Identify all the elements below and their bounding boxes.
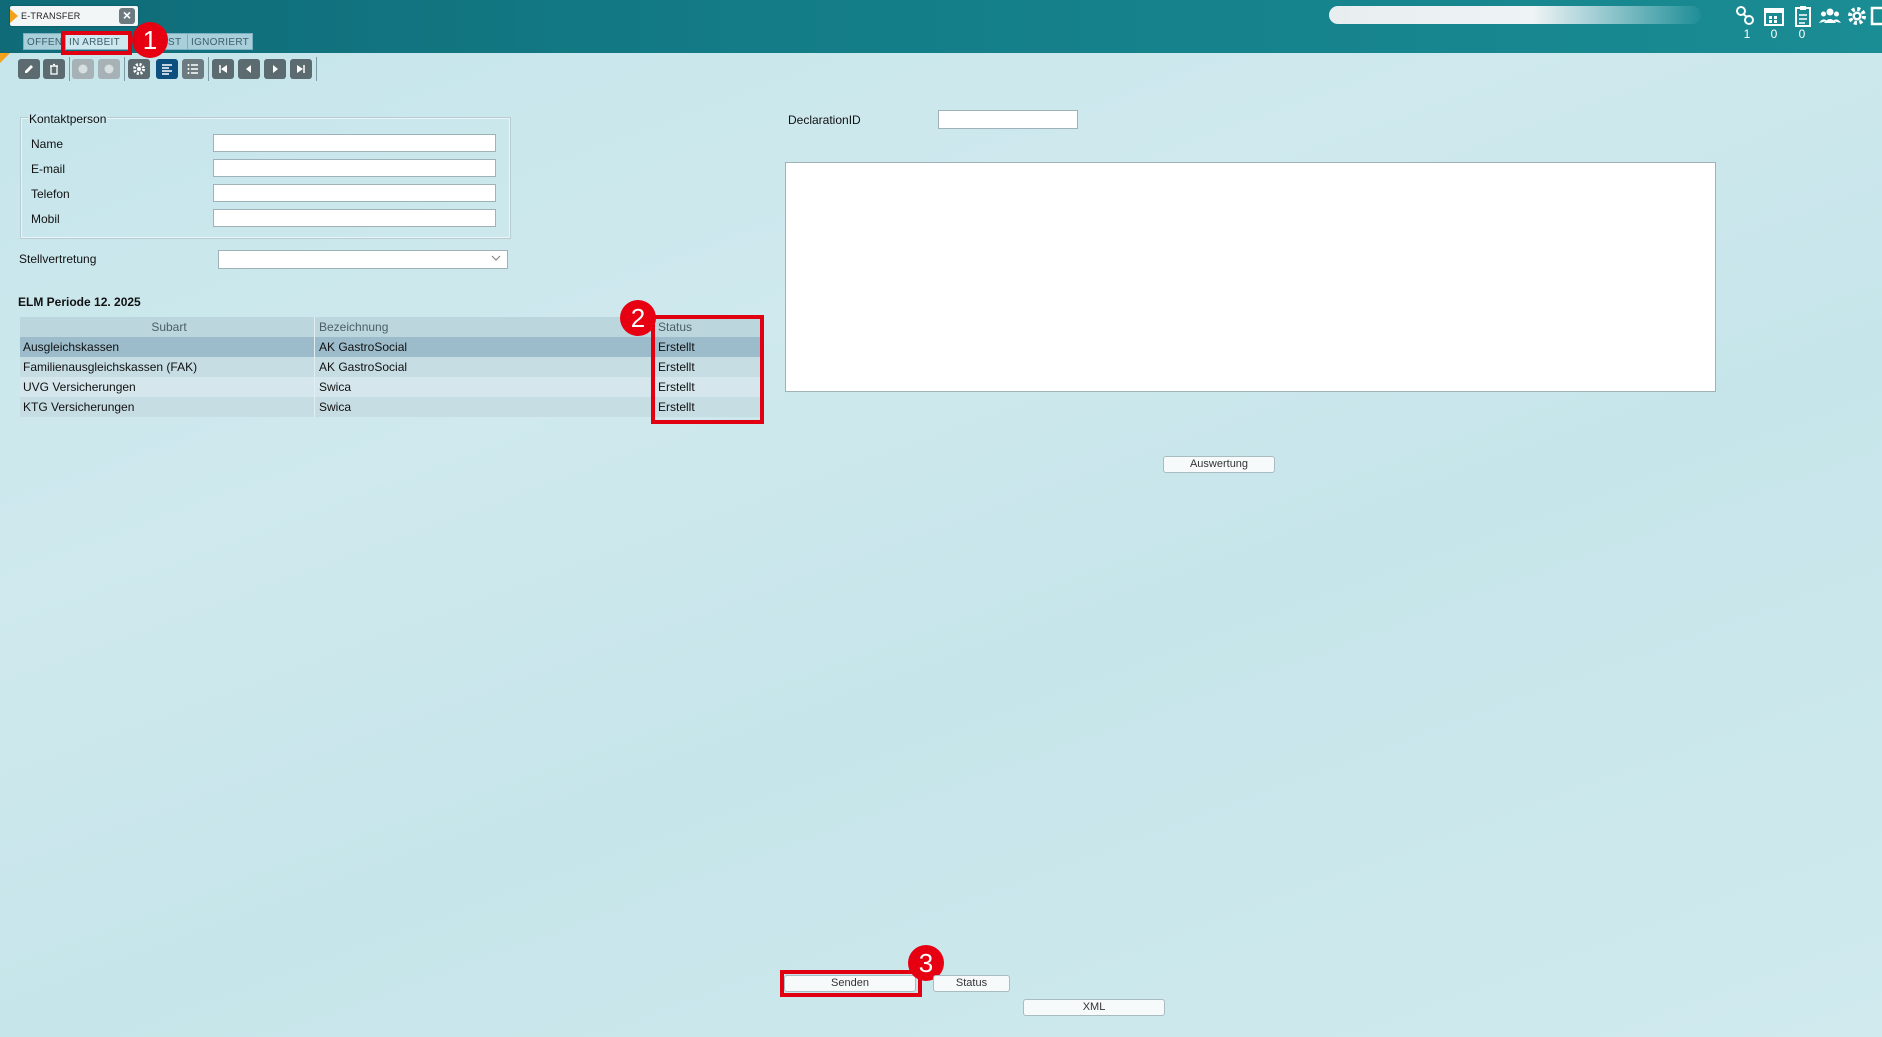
name-input[interactable] bbox=[213, 134, 496, 152]
telefon-input[interactable] bbox=[213, 184, 496, 202]
xml-button[interactable]: XML bbox=[1023, 999, 1165, 1016]
cell-subart: Ausgleichskassen bbox=[23, 340, 120, 354]
table-row[interactable]: UVG Versicherungen Swica Erstellt bbox=[20, 377, 761, 397]
cell-bezeichnung: AK GastroSocial bbox=[314, 337, 654, 357]
annotation-badge-2: 2 bbox=[620, 300, 656, 336]
toolbar-separator bbox=[208, 57, 209, 81]
counter-1: 1 bbox=[1743, 27, 1751, 41]
counter-3: 0 bbox=[1798, 27, 1806, 41]
annotation-box-3 bbox=[780, 970, 922, 997]
search-bar[interactable] bbox=[1329, 6, 1701, 24]
stellvertretung-label: Stellvertretung bbox=[19, 252, 97, 266]
prev-record-icon[interactable] bbox=[238, 59, 260, 79]
toolbar-separator bbox=[316, 57, 317, 81]
cell-subart: KTG Versicherungen bbox=[23, 400, 135, 414]
first-record-icon[interactable] bbox=[212, 59, 234, 79]
app-tab[interactable]: E-TRANSFER × bbox=[10, 6, 138, 26]
header-subart[interactable]: Subart bbox=[20, 317, 314, 337]
network-icon[interactable] bbox=[1733, 5, 1757, 29]
email-label: E-mail bbox=[31, 162, 66, 176]
corner-marker bbox=[0, 53, 10, 63]
auswertung-button[interactable]: Auswertung bbox=[1163, 456, 1275, 473]
cell-bezeichnung: Swica bbox=[314, 377, 654, 397]
gear-icon[interactable] bbox=[1845, 5, 1869, 29]
toolbar-separator bbox=[69, 57, 70, 81]
table-row[interactable]: KTG Versicherungen Swica Erstellt bbox=[20, 397, 761, 417]
cell-subart: UVG Versicherungen bbox=[23, 380, 136, 394]
exit-icon[interactable] bbox=[1870, 5, 1882, 29]
tab-offen[interactable]: OFFEN bbox=[23, 33, 65, 50]
mobil-input[interactable] bbox=[213, 209, 496, 227]
mobil-label: Mobil bbox=[31, 212, 60, 226]
counter-2: 0 bbox=[1770, 27, 1778, 41]
declaration-id-label: DeclarationID bbox=[788, 113, 861, 127]
edit-icon[interactable] bbox=[18, 59, 40, 79]
cell-bezeichnung: AK GastroSocial bbox=[314, 357, 654, 377]
annotation-box-1 bbox=[61, 31, 132, 55]
toolbar-separator bbox=[124, 57, 125, 81]
cell-bezeichnung: Swica bbox=[314, 397, 654, 417]
response-textarea[interactable] bbox=[785, 162, 1716, 392]
disabled-action-icon bbox=[72, 59, 94, 79]
annotation-badge-1: 1 bbox=[132, 22, 168, 58]
settings-icon[interactable] bbox=[128, 59, 150, 79]
declaration-id-input[interactable] bbox=[938, 110, 1078, 129]
clipboard-icon[interactable] bbox=[1791, 5, 1815, 29]
tab-flag-icon bbox=[10, 9, 18, 23]
next-record-icon[interactable] bbox=[264, 59, 286, 79]
name-label: Name bbox=[31, 137, 64, 151]
last-record-icon[interactable] bbox=[290, 59, 312, 79]
email-input[interactable] bbox=[213, 159, 496, 177]
cell-subart: Familienausgleichskassen (FAK) bbox=[23, 360, 198, 374]
close-icon[interactable]: × bbox=[119, 8, 135, 24]
telefon-label: Telefon bbox=[31, 187, 70, 201]
detail-view-icon[interactable] bbox=[156, 59, 178, 79]
table-row[interactable]: Familienausgleichskassen (FAK) AK Gastro… bbox=[20, 357, 761, 377]
period-title: ELM Periode 12. 2025 bbox=[18, 295, 141, 309]
kontaktperson-legend: Kontaktperson bbox=[28, 112, 108, 126]
delete-icon[interactable] bbox=[43, 59, 65, 79]
users-icon[interactable] bbox=[1818, 5, 1842, 29]
app-tab-title: E-TRANSFER bbox=[21, 11, 81, 21]
status-button[interactable]: Status bbox=[933, 975, 1010, 992]
tab-ignoriert[interactable]: IGNORIERT bbox=[187, 33, 253, 50]
table-row[interactable]: Ausgleichskassen AK GastroSocial Erstell… bbox=[20, 337, 761, 357]
annotation-box-2 bbox=[651, 315, 764, 424]
disabled-action-icon-2 bbox=[98, 59, 120, 79]
chevron-down-icon bbox=[491, 253, 501, 266]
list-view-icon[interactable] bbox=[182, 59, 204, 79]
calendar-icon[interactable] bbox=[1762, 5, 1786, 29]
stellvertretung-select[interactable] bbox=[218, 250, 508, 269]
